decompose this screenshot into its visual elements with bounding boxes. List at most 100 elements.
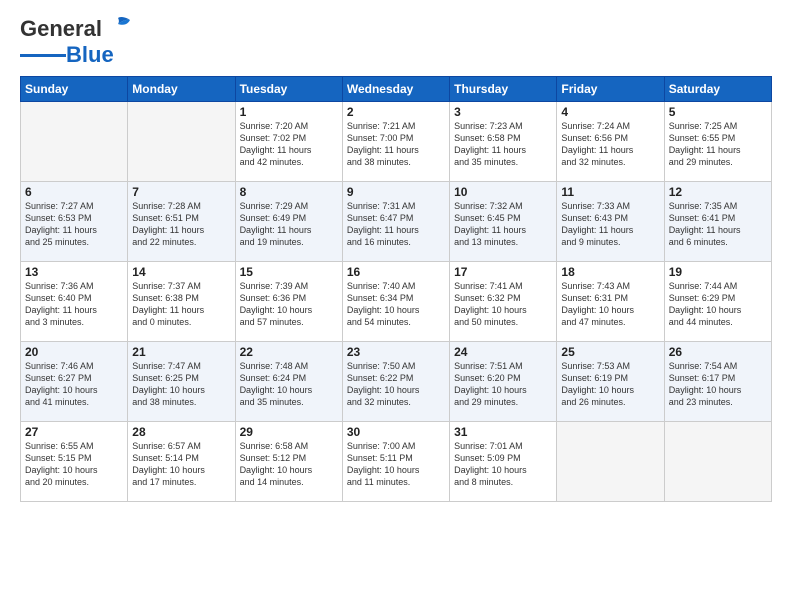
weekday-header-friday: Friday (557, 77, 664, 102)
day-number: 7 (132, 185, 230, 199)
day-info: Sunrise: 7:51 AM Sunset: 6:20 PM Dayligh… (454, 360, 552, 409)
day-info: Sunrise: 7:21 AM Sunset: 7:00 PM Dayligh… (347, 120, 445, 169)
day-number: 19 (669, 265, 767, 279)
day-number: 5 (669, 105, 767, 119)
weekday-header-saturday: Saturday (664, 77, 771, 102)
day-info: Sunrise: 7:54 AM Sunset: 6:17 PM Dayligh… (669, 360, 767, 409)
day-number: 25 (561, 345, 659, 359)
calendar-cell: 15Sunrise: 7:39 AM Sunset: 6:36 PM Dayli… (235, 262, 342, 342)
day-info: Sunrise: 7:25 AM Sunset: 6:55 PM Dayligh… (669, 120, 767, 169)
day-number: 9 (347, 185, 445, 199)
day-number: 16 (347, 265, 445, 279)
day-info: Sunrise: 7:01 AM Sunset: 5:09 PM Dayligh… (454, 440, 552, 489)
day-number: 4 (561, 105, 659, 119)
day-info: Sunrise: 7:53 AM Sunset: 6:19 PM Dayligh… (561, 360, 659, 409)
day-info: Sunrise: 7:48 AM Sunset: 6:24 PM Dayligh… (240, 360, 338, 409)
day-info: Sunrise: 7:41 AM Sunset: 6:32 PM Dayligh… (454, 280, 552, 329)
calendar-cell: 20Sunrise: 7:46 AM Sunset: 6:27 PM Dayli… (21, 342, 128, 422)
day-info: Sunrise: 7:20 AM Sunset: 7:02 PM Dayligh… (240, 120, 338, 169)
day-number: 2 (347, 105, 445, 119)
day-number: 10 (454, 185, 552, 199)
calendar-cell (664, 422, 771, 502)
calendar-week-row: 6Sunrise: 7:27 AM Sunset: 6:53 PM Daylig… (21, 182, 772, 262)
calendar-cell: 28Sunrise: 6:57 AM Sunset: 5:14 PM Dayli… (128, 422, 235, 502)
day-number: 27 (25, 425, 123, 439)
day-info: Sunrise: 7:32 AM Sunset: 6:45 PM Dayligh… (454, 200, 552, 249)
calendar-cell: 18Sunrise: 7:43 AM Sunset: 6:31 PM Dayli… (557, 262, 664, 342)
weekday-header-thursday: Thursday (450, 77, 557, 102)
logo-bird-icon (104, 16, 132, 38)
weekday-header-monday: Monday (128, 77, 235, 102)
day-number: 21 (132, 345, 230, 359)
calendar-cell: 19Sunrise: 7:44 AM Sunset: 6:29 PM Dayli… (664, 262, 771, 342)
day-number: 17 (454, 265, 552, 279)
day-info: Sunrise: 6:58 AM Sunset: 5:12 PM Dayligh… (240, 440, 338, 489)
calendar-cell: 11Sunrise: 7:33 AM Sunset: 6:43 PM Dayli… (557, 182, 664, 262)
calendar-cell: 14Sunrise: 7:37 AM Sunset: 6:38 PM Dayli… (128, 262, 235, 342)
day-info: Sunrise: 7:00 AM Sunset: 5:11 PM Dayligh… (347, 440, 445, 489)
day-info: Sunrise: 7:36 AM Sunset: 6:40 PM Dayligh… (25, 280, 123, 329)
calendar-week-row: 20Sunrise: 7:46 AM Sunset: 6:27 PM Dayli… (21, 342, 772, 422)
calendar-cell: 1Sunrise: 7:20 AM Sunset: 7:02 PM Daylig… (235, 102, 342, 182)
logo-general-text: General (20, 16, 102, 42)
day-number: 29 (240, 425, 338, 439)
day-number: 12 (669, 185, 767, 199)
calendar-cell: 4Sunrise: 7:24 AM Sunset: 6:56 PM Daylig… (557, 102, 664, 182)
calendar-cell: 25Sunrise: 7:53 AM Sunset: 6:19 PM Dayli… (557, 342, 664, 422)
day-number: 13 (25, 265, 123, 279)
calendar-cell: 8Sunrise: 7:29 AM Sunset: 6:49 PM Daylig… (235, 182, 342, 262)
day-info: Sunrise: 7:29 AM Sunset: 6:49 PM Dayligh… (240, 200, 338, 249)
day-info: Sunrise: 7:24 AM Sunset: 6:56 PM Dayligh… (561, 120, 659, 169)
day-info: Sunrise: 7:40 AM Sunset: 6:34 PM Dayligh… (347, 280, 445, 329)
calendar-week-row: 27Sunrise: 6:55 AM Sunset: 5:15 PM Dayli… (21, 422, 772, 502)
calendar-cell: 13Sunrise: 7:36 AM Sunset: 6:40 PM Dayli… (21, 262, 128, 342)
day-number: 6 (25, 185, 123, 199)
calendar-cell: 21Sunrise: 7:47 AM Sunset: 6:25 PM Dayli… (128, 342, 235, 422)
day-info: Sunrise: 7:23 AM Sunset: 6:58 PM Dayligh… (454, 120, 552, 169)
day-number: 11 (561, 185, 659, 199)
day-info: Sunrise: 7:39 AM Sunset: 6:36 PM Dayligh… (240, 280, 338, 329)
calendar-cell: 12Sunrise: 7:35 AM Sunset: 6:41 PM Dayli… (664, 182, 771, 262)
calendar-cell: 3Sunrise: 7:23 AM Sunset: 6:58 PM Daylig… (450, 102, 557, 182)
day-number: 15 (240, 265, 338, 279)
day-number: 8 (240, 185, 338, 199)
calendar-cell: 9Sunrise: 7:31 AM Sunset: 6:47 PM Daylig… (342, 182, 449, 262)
day-info: Sunrise: 7:46 AM Sunset: 6:27 PM Dayligh… (25, 360, 123, 409)
day-number: 14 (132, 265, 230, 279)
day-number: 22 (240, 345, 338, 359)
calendar-cell: 27Sunrise: 6:55 AM Sunset: 5:15 PM Dayli… (21, 422, 128, 502)
day-info: Sunrise: 7:44 AM Sunset: 6:29 PM Dayligh… (669, 280, 767, 329)
day-info: Sunrise: 7:28 AM Sunset: 6:51 PM Dayligh… (132, 200, 230, 249)
calendar-cell: 2Sunrise: 7:21 AM Sunset: 7:00 PM Daylig… (342, 102, 449, 182)
weekday-header-row: SundayMondayTuesdayWednesdayThursdayFrid… (21, 77, 772, 102)
calendar-cell: 29Sunrise: 6:58 AM Sunset: 5:12 PM Dayli… (235, 422, 342, 502)
calendar-week-row: 1Sunrise: 7:20 AM Sunset: 7:02 PM Daylig… (21, 102, 772, 182)
day-number: 24 (454, 345, 552, 359)
logo-blue-text: Blue (66, 42, 114, 68)
page-header: General Blue (20, 16, 772, 68)
calendar-cell: 23Sunrise: 7:50 AM Sunset: 6:22 PM Dayli… (342, 342, 449, 422)
day-number: 26 (669, 345, 767, 359)
weekday-header-wednesday: Wednesday (342, 77, 449, 102)
day-number: 18 (561, 265, 659, 279)
day-number: 3 (454, 105, 552, 119)
weekday-header-sunday: Sunday (21, 77, 128, 102)
calendar-cell: 24Sunrise: 7:51 AM Sunset: 6:20 PM Dayli… (450, 342, 557, 422)
day-info: Sunrise: 7:27 AM Sunset: 6:53 PM Dayligh… (25, 200, 123, 249)
calendar-cell: 26Sunrise: 7:54 AM Sunset: 6:17 PM Dayli… (664, 342, 771, 422)
calendar-cell: 30Sunrise: 7:00 AM Sunset: 5:11 PM Dayli… (342, 422, 449, 502)
day-number: 28 (132, 425, 230, 439)
day-number: 30 (347, 425, 445, 439)
calendar-cell: 5Sunrise: 7:25 AM Sunset: 6:55 PM Daylig… (664, 102, 771, 182)
day-info: Sunrise: 7:50 AM Sunset: 6:22 PM Dayligh… (347, 360, 445, 409)
day-info: Sunrise: 7:31 AM Sunset: 6:47 PM Dayligh… (347, 200, 445, 249)
calendar-cell (128, 102, 235, 182)
calendar-cell: 31Sunrise: 7:01 AM Sunset: 5:09 PM Dayli… (450, 422, 557, 502)
calendar-cell (21, 102, 128, 182)
day-info: Sunrise: 7:37 AM Sunset: 6:38 PM Dayligh… (132, 280, 230, 329)
weekday-header-tuesday: Tuesday (235, 77, 342, 102)
day-number: 1 (240, 105, 338, 119)
day-info: Sunrise: 6:57 AM Sunset: 5:14 PM Dayligh… (132, 440, 230, 489)
calendar-cell: 10Sunrise: 7:32 AM Sunset: 6:45 PM Dayli… (450, 182, 557, 262)
calendar-cell (557, 422, 664, 502)
